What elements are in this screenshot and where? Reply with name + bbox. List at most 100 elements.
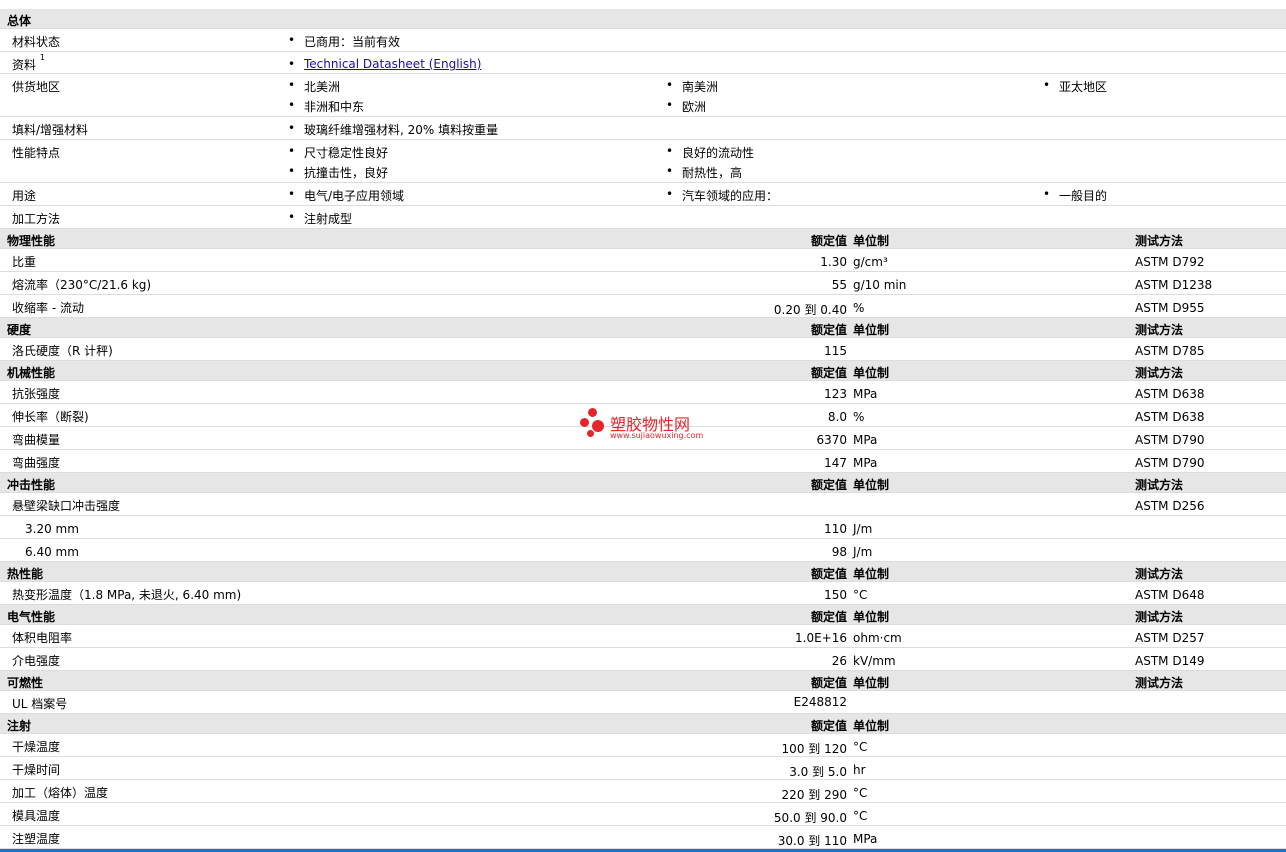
section-header-physical: 物理性能 额定值 单位制 测试方法: [0, 229, 1286, 249]
property-unit: MPa: [853, 433, 878, 447]
use-item: 汽车领域的应用：: [666, 187, 778, 204]
table-row: 干燥温度 100 到 120 °C: [0, 734, 1286, 757]
col-header-unit: 单位制: [853, 567, 890, 581]
col-header-value: 额定值: [810, 676, 847, 690]
property-value: 150: [824, 588, 847, 602]
property-label: 伸长率（断裂): [12, 410, 89, 424]
property-label: 洛氏硬度（R 计秤): [12, 344, 113, 358]
property-value: 8.0: [827, 410, 847, 424]
top-spacer: [0, 0, 1286, 9]
col-header-test: 测试方法: [1135, 478, 1184, 492]
property-unit: °C: [853, 588, 868, 602]
property-label: 悬壁梁缺口冲击强度: [12, 499, 121, 513]
region-item: 亚太地区: [1043, 78, 1107, 95]
property-label: 介电强度: [12, 654, 61, 668]
col-header-unit: 单位制: [853, 610, 890, 624]
property-value: 6370: [816, 433, 847, 447]
property-sublabel: 3.20 mm: [25, 522, 79, 536]
bullet-value: 玻璃纤维增强材料, 20% 填料按重量: [288, 121, 498, 138]
table-row: 弯曲强度 147 MPa ASTM D790: [0, 450, 1286, 473]
property-unit: %: [853, 410, 865, 424]
col-header-unit: 单位制: [853, 366, 890, 380]
col-header-test: 测试方法: [1135, 323, 1184, 337]
section-title: 注射: [7, 719, 32, 733]
technical-datasheet-link[interactable]: Technical Datasheet (English): [304, 57, 481, 71]
col-header-value: 额定值: [810, 719, 847, 733]
property-value: 30.0 到 110: [777, 834, 847, 848]
row-uses: 用途 电气/电子应用领域 汽车领域的应用： 一般目的: [0, 183, 1286, 206]
feature-item: 抗撞击性，良好: [288, 164, 388, 181]
property-label: 熔流率（230°C/21.6 kg): [12, 278, 152, 292]
property-value: 115: [824, 344, 847, 358]
test-method: ASTM D790: [1135, 433, 1205, 447]
test-method: ASTM D790: [1135, 456, 1205, 470]
bullet-value: 已商用：当前有效: [288, 33, 400, 50]
section-header-electrical: 电气性能 额定值 单位制 测试方法: [0, 605, 1286, 625]
property-unit: ohm·cm: [853, 631, 902, 645]
property-value: 100 到 120: [781, 742, 847, 756]
section-title: 总体: [7, 14, 32, 28]
watermark-logo: 塑胶物性网 www.sujiaowuxing.com: [580, 408, 720, 444]
property-unit: MPa: [853, 387, 878, 401]
col-header-unit: 单位制: [853, 719, 890, 733]
property-unit: MPa: [853, 832, 878, 846]
property-value: 123: [824, 387, 847, 401]
row-label: 加工方法: [12, 212, 61, 226]
table-row: 模具温度 50.0 到 90.0 °C: [0, 803, 1286, 826]
row-label: 用途: [12, 189, 37, 203]
property-unit: °C: [853, 786, 868, 800]
section-title: 可燃性: [7, 676, 44, 690]
property-sublabel: 6.40 mm: [25, 545, 79, 559]
use-item: 一般目的: [1043, 187, 1107, 204]
section-title: 硬度: [7, 323, 32, 337]
use-item: 电气/电子应用领域: [288, 187, 404, 204]
feature-item: 良好的流动性: [666, 144, 754, 161]
property-unit: °C: [853, 740, 868, 754]
col-header-value: 额定值: [810, 234, 847, 248]
property-label: UL 档案号: [12, 697, 68, 711]
property-value: 98: [831, 545, 847, 559]
col-header-value: 额定值: [810, 567, 847, 581]
property-unit: J/m: [853, 522, 873, 536]
row-label: 供货地区: [12, 80, 61, 94]
property-label: 比重: [12, 255, 37, 269]
table-row: 体积电阻率 1.0E+16 ohm·cm ASTM D257: [0, 625, 1286, 648]
property-value: 1.0E+16: [795, 631, 847, 645]
property-value: 220 到 290: [781, 788, 847, 802]
table-row: 加工（熔体）温度 220 到 290 °C: [0, 780, 1286, 803]
table-row: 悬壁梁缺口冲击强度 ASTM D256: [0, 493, 1286, 516]
bullet-value: 注射成型: [288, 210, 352, 227]
row-processing: 加工方法 注射成型: [0, 206, 1286, 229]
col-header-unit: 单位制: [853, 676, 890, 690]
table-row: 比重 1.30 g/cm³ ASTM D792: [0, 249, 1286, 272]
section-header-hardness: 硬度 额定值 单位制 测试方法: [0, 318, 1286, 338]
row-info: 资料 1 Technical Datasheet (English): [0, 52, 1286, 74]
col-header-test: 测试方法: [1135, 676, 1184, 690]
table-row: 洛氏硬度（R 计秤) 115 ASTM D785: [0, 338, 1286, 361]
row-regions: 供货地区 北美洲 南美洲 亚太地区 非洲和中东 欧洲: [0, 74, 1286, 117]
test-method: ASTM D785: [1135, 344, 1205, 358]
test-method: ASTM D648: [1135, 588, 1205, 602]
property-unit: %: [853, 301, 865, 315]
section-title: 物理性能: [7, 234, 56, 248]
section-header-general: 总体: [0, 9, 1286, 29]
property-label: 弯曲强度: [12, 456, 61, 470]
property-unit: °C: [853, 809, 868, 823]
table-row: 熔流率（230°C/21.6 kg) 55 g/10 min ASTM D123…: [0, 272, 1286, 295]
col-header-value: 额定值: [810, 610, 847, 624]
property-label: 注塑温度: [12, 832, 61, 846]
col-header-unit: 单位制: [853, 323, 890, 337]
row-label: 材料状态: [12, 35, 61, 49]
watermark-url: www.sujiaowuxing.com: [610, 431, 704, 440]
section-title: 冲击性能: [7, 478, 56, 492]
footnote-marker: 1: [39, 53, 45, 62]
col-header-test: 测试方法: [1135, 366, 1184, 380]
region-item: 南美洲: [666, 78, 718, 95]
test-method: ASTM D1238: [1135, 278, 1213, 292]
property-value: 110: [824, 522, 847, 536]
col-header-value: 额定值: [810, 323, 847, 337]
test-method: ASTM D955: [1135, 301, 1205, 315]
col-header-unit: 单位制: [853, 234, 890, 248]
property-value: 3.0 到 5.0: [789, 765, 847, 779]
property-unit: kV/mm: [853, 654, 896, 668]
